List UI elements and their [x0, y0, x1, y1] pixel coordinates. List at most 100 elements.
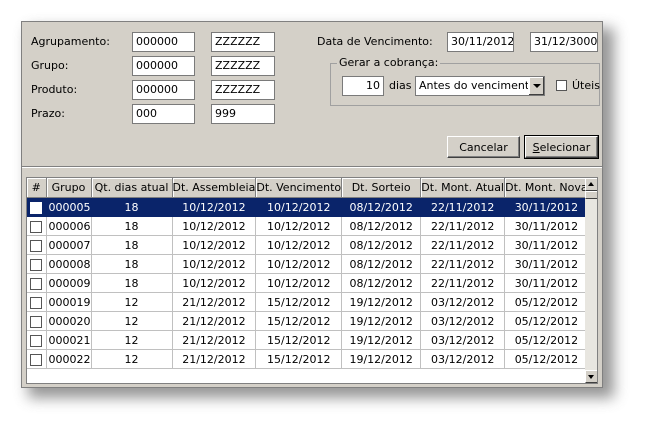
separator — [22, 166, 602, 168]
table-cell: 15/12/2012 — [255, 311, 343, 331]
table-cell: 21/12/2012 — [172, 330, 257, 350]
table-row[interactable]: 000005 18 10/12/2012 10/12/2012 08/12/2012 22… — [27, 197, 589, 217]
row-checkbox[interactable] — [30, 201, 43, 214]
table-row[interactable]: 000019 12 21/12/2012 15/12/2012 19/12/2012 03… — [27, 292, 589, 312]
uteis-label: Úteis — [572, 79, 600, 92]
table-row[interactable]: 000021 12 21/12/2012 15/12/2012 19/12/2012 03… — [27, 330, 589, 350]
vertical-scrollbar[interactable] — [585, 178, 597, 383]
table-row[interactable]: 000022 12 21/12/2012 15/12/2012 19/12/2012 03… — [27, 349, 589, 369]
table-cell: 15/12/2012 — [255, 292, 343, 312]
row-checkbox[interactable] — [30, 239, 43, 252]
grupo-label: Grupo: — [31, 59, 69, 72]
produto-from-input[interactable]: 000000 — [132, 80, 195, 100]
row-checkbox[interactable] — [30, 315, 43, 328]
produto-to-input[interactable]: ZZZZZZ — [211, 80, 275, 100]
table-cell: 08/12/2012 — [341, 235, 422, 255]
table-cell: 000009 — [46, 273, 92, 293]
cancel-button[interactable]: Cancelar — [447, 136, 520, 158]
table-cell: 000022 — [46, 349, 92, 369]
table-cell: 000007 — [46, 235, 92, 255]
select-button-mnemonic: S — [532, 141, 540, 154]
row-checkbox[interactable] — [30, 258, 43, 271]
groups-grid[interactable]: # Grupo Qt. dias atual Dt. Assembleia Dt… — [26, 177, 598, 384]
table-cell: 22/11/2012 — [420, 197, 506, 217]
table-cell: 18 — [91, 235, 173, 255]
table-cell: 12 — [91, 330, 173, 350]
row-checkbox-cell — [27, 292, 47, 312]
table-row[interactable]: 000009 18 10/12/2012 10/12/2012 08/12/2012 22… — [27, 273, 589, 293]
table-cell: 000021 — [46, 330, 92, 350]
col-header-qt-dias[interactable]: Qt. dias atual — [91, 178, 173, 198]
row-checkbox-cell — [27, 330, 47, 350]
table-cell: 30/11/2012 — [504, 235, 589, 255]
table-cell: 10/12/2012 — [255, 197, 343, 217]
scroll-up-icon[interactable] — [585, 178, 597, 191]
table-cell: 03/12/2012 — [420, 349, 506, 369]
table-cell: 30/11/2012 — [504, 216, 589, 236]
table-cell: 18 — [91, 273, 173, 293]
row-checkbox-cell — [27, 273, 47, 293]
col-header-dt-assembleia[interactable]: Dt. Assembleia — [172, 178, 257, 198]
table-cell: 08/12/2012 — [341, 254, 422, 274]
data-vencimento-to-input[interactable]: 31/12/3000 — [530, 32, 598, 52]
row-checkbox[interactable] — [30, 220, 43, 233]
col-header-dt-vencimento[interactable]: Dt. Vencimento — [255, 178, 343, 198]
table-cell: 05/12/2012 — [504, 311, 589, 331]
table-cell: 08/12/2012 — [341, 216, 422, 236]
select-button[interactable]: Selecionar — [524, 135, 599, 159]
prazo-to-input[interactable]: 999 — [211, 104, 275, 124]
row-checkbox-cell — [27, 254, 47, 274]
row-checkbox[interactable] — [30, 353, 43, 366]
table-cell: 000008 — [46, 254, 92, 274]
table-cell: 19/12/2012 — [341, 311, 422, 331]
col-header-dt-mont-nova[interactable]: Dt. Mont. Nova — [504, 178, 589, 198]
table-cell: 30/11/2012 — [504, 273, 589, 293]
table-cell: 10/12/2012 — [255, 273, 343, 293]
row-checkbox-cell — [27, 235, 47, 255]
data-vencimento-from-input[interactable]: 30/11/2012 — [447, 32, 514, 52]
col-header-dt-mont-atual[interactable]: Dt. Mont. Atual — [420, 178, 506, 198]
table-cell: 22/11/2012 — [420, 216, 506, 236]
prazo-from-input[interactable]: 000 — [132, 104, 195, 124]
table-cell: 000020 — [46, 311, 92, 331]
row-checkbox[interactable] — [30, 296, 43, 309]
scroll-thumb[interactable] — [585, 191, 597, 199]
table-row[interactable]: 000008 18 10/12/2012 10/12/2012 08/12/2012 22… — [27, 254, 589, 274]
table-row[interactable]: 000006 18 10/12/2012 10/12/2012 08/12/2012 22… — [27, 216, 589, 236]
table-cell: 10/12/2012 — [255, 235, 343, 255]
grupo-to-input[interactable]: ZZZZZZ — [211, 56, 275, 76]
when-select[interactable]: Antes do vencimento — [415, 76, 545, 96]
table-cell: 22/11/2012 — [420, 254, 506, 274]
table-row[interactable]: 000007 18 10/12/2012 10/12/2012 08/12/2012 22… — [27, 235, 589, 255]
agrupamento-from-input[interactable]: 000000 — [132, 32, 195, 52]
agrupamento-to-input[interactable]: ZZZZZZ — [211, 32, 275, 52]
table-cell: 10/12/2012 — [255, 254, 343, 274]
table-cell: 30/11/2012 — [504, 197, 589, 217]
produto-label: Produto: — [31, 83, 78, 96]
agrupamento-label: Agrupamento: — [31, 35, 110, 48]
grupo-from-input[interactable]: 000000 — [132, 56, 195, 76]
table-cell: 18 — [91, 216, 173, 236]
dialog-window: Agrupamento: 000000 ZZZZZZ Grupo: 000000… — [21, 21, 603, 388]
row-checkbox[interactable] — [30, 334, 43, 347]
table-row[interactable]: 000020 12 21/12/2012 15/12/2012 19/12/2012 03… — [27, 311, 589, 331]
table-cell: 15/12/2012 — [255, 349, 343, 369]
days-label: dias — [389, 79, 412, 92]
table-cell: 05/12/2012 — [504, 292, 589, 312]
table-cell: 30/11/2012 — [504, 254, 589, 274]
grid-header-row: # Grupo Qt. dias atual Dt. Assembleia Dt… — [27, 178, 589, 198]
col-header-dt-sorteio[interactable]: Dt. Sorteio — [341, 178, 422, 198]
table-cell: 21/12/2012 — [172, 311, 257, 331]
data-vencimento-label: Data de Vencimento: — [317, 35, 433, 48]
row-checkbox[interactable] — [30, 277, 43, 290]
row-checkbox-cell — [27, 197, 47, 217]
table-cell: 15/12/2012 — [255, 330, 343, 350]
scroll-down-icon[interactable] — [585, 370, 597, 383]
table-cell: 19/12/2012 — [341, 349, 422, 369]
chevron-down-icon[interactable] — [528, 77, 544, 95]
col-header-check[interactable]: # — [27, 178, 47, 198]
uteis-checkbox[interactable] — [556, 80, 567, 91]
col-header-grupo[interactable]: Grupo — [46, 178, 92, 198]
table-cell: 000005 — [46, 197, 92, 217]
days-input[interactable]: 10 — [342, 76, 384, 96]
